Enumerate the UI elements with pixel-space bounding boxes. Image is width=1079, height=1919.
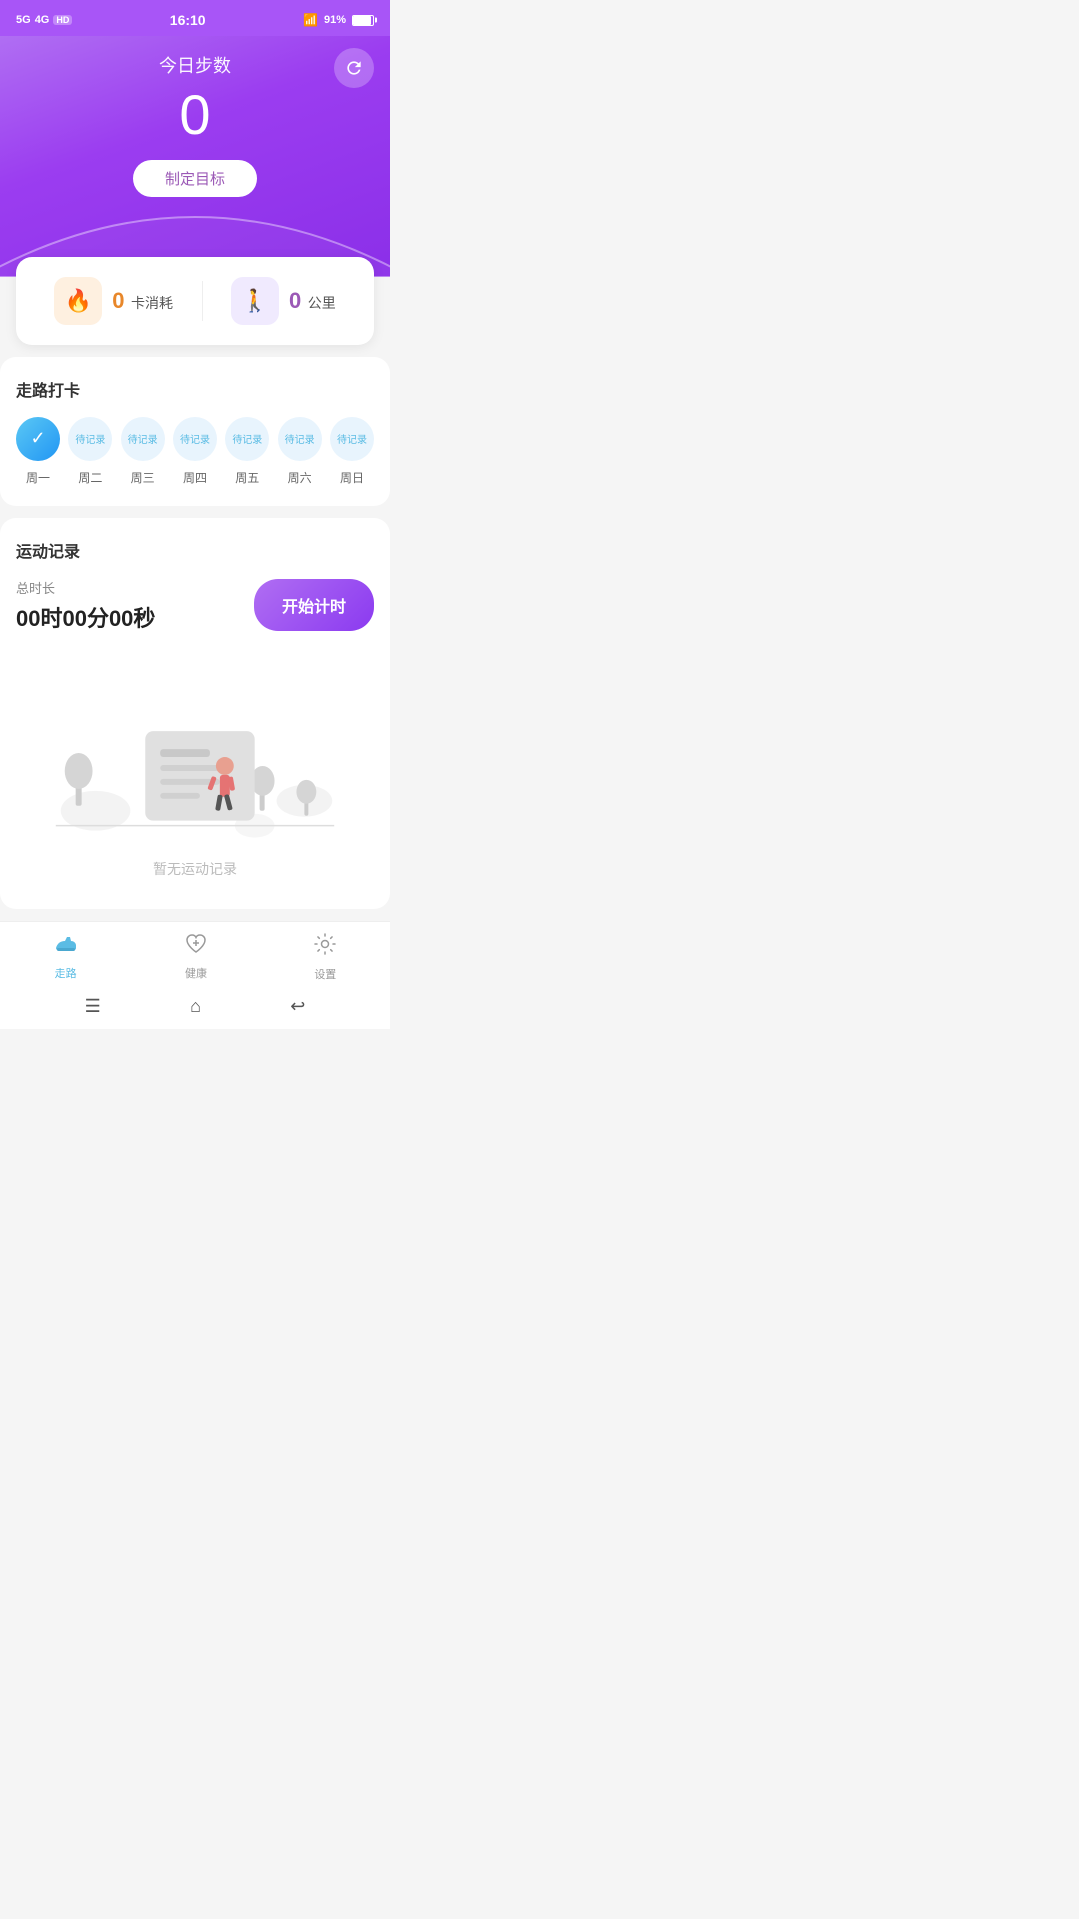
total-time: 00时00分00秒 [16,601,155,633]
checkin-day-mon[interactable]: ✓ 周一 [16,417,60,486]
checkin-label-fri: 周五 [235,469,259,486]
calories-stat: 🔥 0 卡消耗 [54,277,173,325]
checkin-day-fri[interactable]: 待记录 周五 [225,417,269,486]
checkin-day-sat[interactable]: 待记录 周六 [278,417,322,486]
stats-card: 🔥 0 卡消耗 🚶 0 公里 [16,257,374,345]
nav-item-settings[interactable]: 设置 [313,932,337,982]
distance-value: 0 [289,288,301,313]
step-title: 今日步数 [20,52,370,78]
status-time: 16:10 [170,12,206,28]
status-network: 5G 4G HD [16,14,72,26]
nav-label-settings: 设置 [314,966,336,982]
walk-icon: 🚶 [241,288,268,314]
shoe-svg [53,933,79,955]
checkin-label-sun: 周日 [340,469,364,486]
checkin-row: ✓ 周一 待记录 周二 待记录 周三 待记录 周四 待记录 周五 待记录 周六 … [16,417,374,486]
nav-label-health: 健康 [185,965,207,981]
battery-icon [352,15,374,26]
checkin-day-sun[interactable]: 待记录 周日 [330,417,374,486]
empty-text: 暂无运动记录 [153,859,237,879]
checkin-title: 走路打卡 [16,377,374,401]
distance-stat: 🚶 0 公里 [231,277,336,325]
status-right: 📶 91% [303,13,374,27]
total-label: 总时长 [16,578,155,597]
status-bar: 5G 4G HD 16:10 📶 91% [0,0,390,36]
walk-nav-icon [53,933,79,961]
nav-item-health[interactable]: 健康 [184,933,208,981]
checkin-section: 走路打卡 ✓ 周一 待记录 周二 待记录 周三 待记录 周四 待记录 周五 待记… [0,357,390,506]
exercise-section: 运动记录 总时长 00时00分00秒 开始计时 [0,518,390,909]
checkin-circle-fri: 待记录 [225,417,269,461]
empty-illustration [16,671,374,851]
total-time-container: 总时长 00时00分00秒 [16,578,155,633]
checkin-label-mon: 周一 [26,469,50,486]
menu-button[interactable]: ☰ [85,996,101,1017]
calories-info: 0 卡消耗 [112,288,173,314]
hd-indicator: HD [53,15,72,25]
start-timer-button[interactable]: 开始计时 [254,579,374,631]
walk-icon-container: 🚶 [231,277,279,325]
nav-label-walk: 走路 [55,965,77,981]
checkin-day-thu[interactable]: 待记录 周四 [173,417,217,486]
calories-unit: 卡消耗 [131,295,173,311]
header-section: 今日步数 0 制定目标 [0,36,390,277]
health-nav-icon [184,933,208,961]
bottom-nav: 走路 健康 设置 [0,921,390,988]
gear-svg [313,932,337,956]
checkin-label-wed: 周三 [131,469,155,486]
calories-value: 0 [112,288,124,313]
checkin-circle-sun: 待记录 [330,417,374,461]
system-nav: ☰ ⌂ ↩ [0,988,390,1029]
checkin-circle-wed: 待记录 [121,417,165,461]
step-count: 0 [20,84,370,146]
checkin-circle-sat: 待记录 [278,417,322,461]
fire-icon: 🔥 [65,288,92,314]
checkin-label-sat: 周六 [288,469,312,486]
battery-percent: 91% [324,14,346,26]
refresh-button[interactable] [334,48,374,88]
back-button[interactable]: ↩ [290,996,305,1017]
5g-indicator: 5G [16,14,31,26]
checkin-circle-tue: 待记录 [68,417,112,461]
settings-nav-icon [313,932,337,962]
checkin-day-tue[interactable]: 待记录 周二 [68,417,112,486]
nav-item-walk[interactable]: 走路 [53,933,79,981]
wifi-icon: 📶 [303,13,318,27]
empty-state: 暂无运动记录 [16,641,374,889]
distance-unit: 公里 [308,295,336,311]
checkin-label-thu: 周四 [183,469,207,486]
checkin-day-wed[interactable]: 待记录 周三 [121,417,165,486]
stat-divider [202,281,203,321]
fire-icon-container: 🔥 [54,277,102,325]
4g-indicator: 4G [35,14,50,26]
refresh-icon [344,58,364,78]
distance-info: 0 公里 [289,288,336,314]
heart-svg [184,933,208,955]
checkin-label-tue: 周二 [78,469,102,486]
checkin-circle-thu: 待记录 [173,417,217,461]
checkin-circle-mon: ✓ [16,417,60,461]
home-button[interactable]: ⌂ [190,996,201,1017]
exercise-title: 运动记录 [16,538,374,562]
exercise-header: 总时长 00时00分00秒 开始计时 [16,578,374,633]
battery-fill [353,16,371,25]
